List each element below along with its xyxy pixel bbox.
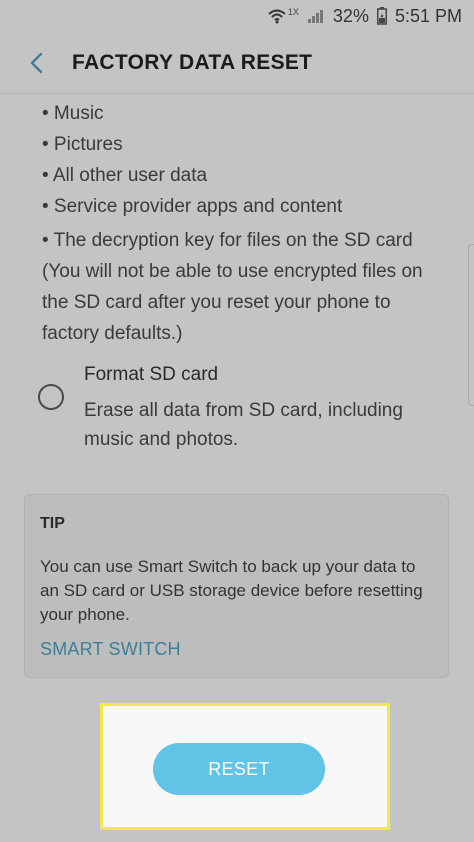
list-item: • Music bbox=[42, 103, 104, 124]
network-type-badge: 1X bbox=[287, 7, 299, 17]
format-sd-card-title: Format SD card bbox=[84, 364, 219, 385]
erased-data-list: • Music • Pictures • All other user data… bbox=[42, 98, 452, 349]
tip-card: TIP You can use Smart Switch to back up … bbox=[24, 494, 449, 678]
format-sd-card-radio[interactable] bbox=[38, 384, 64, 410]
status-bar: 1X 32% 5:51 PM bbox=[0, 0, 474, 32]
scrollbar[interactable] bbox=[468, 244, 474, 406]
clock: 5:51 PM bbox=[394, 5, 462, 26]
app-bar: FACTORY DATA RESET bbox=[0, 32, 474, 94]
tip-body: You can use Smart Switch to back up your… bbox=[40, 557, 423, 624]
reset-button[interactable]: RESET bbox=[153, 743, 325, 795]
format-sd-card-description: Erase all data from SD card, including m… bbox=[84, 400, 403, 450]
smart-switch-link[interactable]: SMART SWITCH bbox=[40, 639, 181, 660]
chevron-left-icon bbox=[30, 52, 43, 73]
list-item: • Pictures bbox=[42, 134, 123, 155]
reset-highlight: RESET bbox=[100, 703, 390, 830]
page-title: FACTORY DATA RESET bbox=[72, 50, 313, 74]
format-sd-card-option[interactable]: Format SD card Erase all data from SD ca… bbox=[24, 362, 454, 482]
battery-icon bbox=[376, 7, 387, 25]
list-item: • All other user data bbox=[42, 165, 208, 186]
list-item: • Service provider apps and content bbox=[42, 196, 343, 217]
sd-card-note: • The decryption key for files on the SD… bbox=[42, 230, 423, 344]
tip-label: TIP bbox=[40, 515, 65, 532]
back-button[interactable] bbox=[0, 32, 72, 94]
battery-percent: 32% bbox=[332, 5, 369, 26]
wifi-icon bbox=[268, 8, 286, 24]
signal-icon bbox=[307, 8, 325, 24]
